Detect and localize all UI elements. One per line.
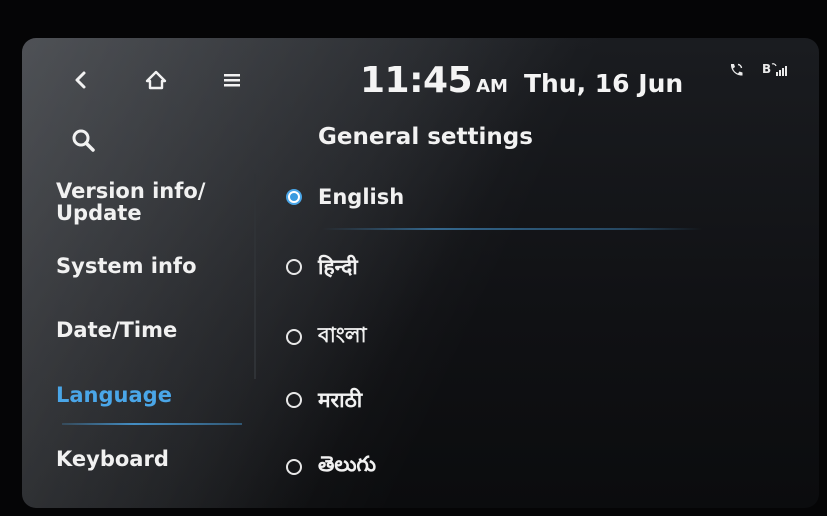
radio-unselected-icon	[286, 328, 302, 345]
bluetooth-signal-status: B	[762, 62, 789, 78]
sidebar-item-language[interactable]: Language	[56, 384, 172, 406]
search-button[interactable]	[68, 120, 98, 160]
sidebar-divider	[254, 174, 256, 379]
sidebar-item-keyboard[interactable]: Keyboard	[56, 448, 169, 470]
clock-time: 11:45	[360, 60, 473, 101]
language-option-bengali[interactable]: বাংলা	[286, 319, 367, 354]
clock: 11:45 AM Thu, 16 Jun	[360, 60, 683, 101]
bluetooth-signal-icon	[771, 63, 788, 76]
phone-icon	[730, 63, 743, 76]
selected-language-indicator	[322, 228, 702, 230]
menu-button[interactable]	[218, 60, 246, 100]
radio-unselected-icon	[286, 459, 302, 475]
radio-selected-icon	[286, 189, 302, 205]
infotainment-screen: 11:45 AM Thu, 16 Jun B General settings …	[22, 38, 819, 508]
back-button[interactable]	[66, 60, 94, 100]
display-bezel: 11:45 AM Thu, 16 Jun B General settings …	[0, 0, 827, 516]
language-label: मराठी	[318, 388, 363, 412]
clock-ampm: AM	[476, 76, 508, 97]
home-button[interactable]	[140, 60, 172, 100]
clock-date: Thu, 16 Jun	[523, 69, 684, 98]
language-label: English	[318, 185, 405, 209]
sidebar-item-version-info[interactable]: Version info/ Update	[56, 180, 205, 224]
language-label: తెలుగు	[318, 452, 377, 476]
bluetooth-label: B	[762, 62, 772, 76]
radio-unselected-icon	[286, 259, 302, 275]
language-option-english[interactable]: English	[286, 185, 404, 209]
menu-icon	[224, 74, 240, 87]
radio-unselected-icon	[286, 392, 302, 408]
page-title: General settings	[318, 124, 533, 150]
sidebar-active-indicator	[62, 423, 242, 425]
home-icon	[145, 70, 167, 90]
language-option-marathi[interactable]: मराठी	[286, 386, 362, 414]
language-option-telugu[interactable]: తెలుగు	[286, 452, 376, 482]
search-icon	[72, 129, 95, 152]
phone-status	[728, 62, 744, 81]
sidebar-item-date-time[interactable]: Date/Time	[56, 319, 177, 341]
language-label: বাংলা	[318, 323, 367, 347]
language-label: हिन्दी	[318, 255, 358, 279]
sidebar-item-system-info[interactable]: System info	[56, 255, 197, 277]
language-option-hindi[interactable]: हिन्दी	[286, 253, 358, 281]
back-icon	[75, 71, 86, 89]
